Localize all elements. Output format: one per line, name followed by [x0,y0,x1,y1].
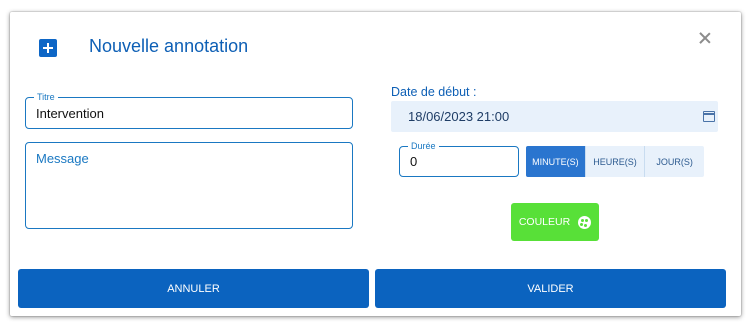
cancel-button[interactable]: ANNULER [18,269,369,308]
plus-square-icon [39,39,57,57]
color-button[interactable]: COULEUR [511,203,599,241]
color-button-label: COULEUR [518,216,571,228]
title-field-legend: Titre [34,92,58,102]
title-field-value: Intervention [36,106,104,121]
start-date-label: Date de début : [391,85,477,99]
duration-field[interactable]: Durée 0 [399,141,519,177]
message-field[interactable]: Message [25,142,353,229]
submit-button[interactable]: VALIDER [375,269,726,308]
message-placeholder: Message [36,151,89,166]
start-date-value: 18/06/2023 21:00 [408,109,510,124]
duration-unit-toggle: MINUTE(S) HEURE(S) JOUR(S) [526,146,704,177]
annotation-dialog: Nouvelle annotation Titre Intervention M… [10,12,741,316]
title-field[interactable]: Titre Intervention [25,92,353,129]
unit-days-button[interactable]: JOUR(S) [645,146,704,177]
start-date-input[interactable]: 18/06/2023 21:00 [391,101,718,132]
dialog-title: Nouvelle annotation [89,36,249,56]
unit-minutes-button[interactable]: MINUTE(S) [526,146,586,177]
duration-field-legend: Durée [408,141,439,151]
duration-field-value: 0 [410,154,418,169]
calendar-icon[interactable] [703,111,715,122]
palette-icon [578,215,592,229]
close-icon[interactable] [696,29,714,47]
unit-hours-button[interactable]: HEURE(S) [586,146,646,177]
